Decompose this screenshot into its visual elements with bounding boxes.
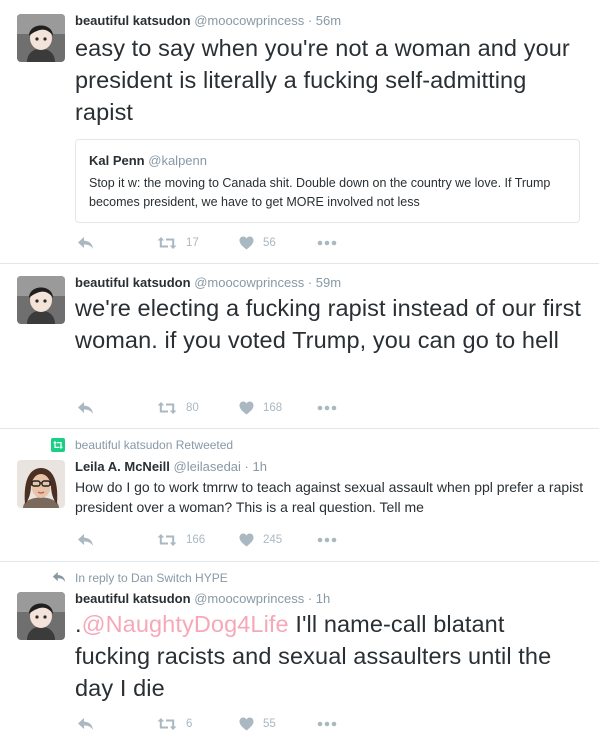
quoted-author-handle: @kalpenn [148, 153, 207, 168]
timestamp[interactable]: 1h [253, 459, 267, 474]
like-button[interactable]: 245 [239, 531, 282, 549]
avatar-image [17, 460, 65, 508]
retweeted-icon [51, 438, 65, 452]
quoted-author-name: Kal Penn [89, 153, 145, 168]
timestamp[interactable]: 59m [316, 275, 341, 290]
tweet-3[interactable]: beautiful katsudon Retweeted Leila A. Mc… [0, 429, 599, 562]
retweet-button[interactable]: 166 [157, 531, 205, 549]
reply-button[interactable] [77, 234, 94, 252]
author-handle[interactable]: @moocowprincess [194, 13, 304, 28]
reply-button[interactable] [77, 715, 94, 733]
author-name[interactable]: beautiful katsudon [75, 13, 191, 28]
more-button[interactable] [317, 399, 337, 417]
like-button[interactable]: 56 [239, 234, 276, 252]
author-name[interactable]: Leila A. McNeill [75, 459, 170, 474]
tweet-text-container: .@NaughtyDog4Life I'll name-call blatant… [75, 608, 585, 704]
tweet-text: How do I go to work tmrrw to teach again… [75, 479, 584, 515]
avatar[interactable] [17, 592, 65, 640]
like-count: 168 [263, 402, 283, 414]
more-button[interactable] [317, 531, 337, 549]
retweet-count: 17 [186, 237, 199, 249]
reply-icon [78, 237, 93, 249]
mention-link[interactable]: @NaughtyDog4Life [82, 611, 289, 637]
retweet-count: 166 [186, 534, 206, 546]
like-count: 56 [263, 237, 276, 249]
quoted-tweet-text: Stop it w: the moving to Canada shit. Do… [89, 176, 551, 209]
author-handle[interactable]: @leilasedai [174, 459, 241, 474]
tweet-actions: 17 56 [75, 234, 375, 252]
retweet-count: 6 [186, 718, 193, 730]
retweet-icon [157, 237, 177, 249]
reply-icon [78, 534, 93, 546]
tweet-actions: 6 55 [75, 715, 375, 733]
avatar[interactable] [17, 14, 65, 62]
more-button[interactable] [317, 715, 337, 733]
separator: · [307, 275, 313, 290]
like-count: 245 [263, 534, 283, 546]
tweet-text: we're electing a fucking rapist instead … [75, 295, 582, 353]
avatar[interactable] [17, 276, 65, 324]
retweet-icon [157, 534, 177, 546]
heart-icon [239, 236, 254, 250]
more-dots-icon [317, 537, 337, 543]
reply-button[interactable] [77, 531, 94, 549]
retweet-button[interactable]: 17 [157, 234, 199, 252]
retweet-button[interactable]: 6 [157, 715, 192, 733]
author-name[interactable]: beautiful katsudon [75, 275, 191, 290]
separator: · [307, 591, 313, 606]
heart-icon [239, 401, 254, 415]
timestamp[interactable]: 56m [316, 13, 341, 28]
separator: · [244, 459, 249, 474]
tweet-4[interactable]: In reply to Dan Switch HYPE beautiful ka… [0, 562, 599, 744]
tweet-actions: 80 168 [75, 399, 375, 417]
timestamp[interactable]: 1h [316, 591, 330, 606]
quoted-tweet[interactable]: Kal Penn @kalpenn Stop it w: the moving … [75, 139, 580, 223]
avatar-image [17, 592, 65, 640]
tweet-actions: 166 245 [75, 531, 375, 549]
more-dots-icon [317, 405, 337, 411]
like-count: 55 [263, 718, 276, 730]
more-button[interactable] [317, 234, 337, 252]
author-handle[interactable]: @moocowprincess [194, 591, 304, 606]
reply-button[interactable] [77, 399, 94, 417]
avatar-image [17, 276, 65, 324]
tweet-text: easy to say when you're not a woman and … [75, 35, 570, 125]
avatar[interactable] [17, 460, 65, 508]
in-reply-to-context[interactable]: In reply to Dan Switch HYPE [75, 571, 228, 585]
retweet-icon [157, 402, 177, 414]
author-name[interactable]: beautiful katsudon [75, 591, 191, 606]
retweet-count: 80 [186, 402, 199, 414]
like-button[interactable]: 55 [239, 715, 276, 733]
reply-icon [78, 402, 93, 414]
separator: · [307, 13, 313, 28]
author-handle[interactable]: @moocowprincess [194, 275, 304, 290]
reply-icon [78, 718, 93, 730]
text-prefix: . [75, 611, 82, 637]
like-button[interactable]: 168 [239, 399, 282, 417]
heart-icon [239, 533, 254, 547]
retweet-icon [157, 718, 177, 730]
in-reply-to-icon [52, 572, 66, 582]
tweet-2[interactable]: beautiful katsudon @moocowprincess · 59m… [0, 264, 599, 429]
retweet-context[interactable]: beautiful katsudon Retweeted [75, 438, 233, 452]
avatar-image [17, 14, 65, 62]
more-dots-icon [317, 721, 337, 727]
tweet-1[interactable]: beautiful katsudon @moocowprincess · 56m… [0, 0, 599, 264]
more-dots-icon [317, 240, 337, 246]
retweet-button[interactable]: 80 [157, 399, 199, 417]
heart-icon [239, 717, 254, 731]
